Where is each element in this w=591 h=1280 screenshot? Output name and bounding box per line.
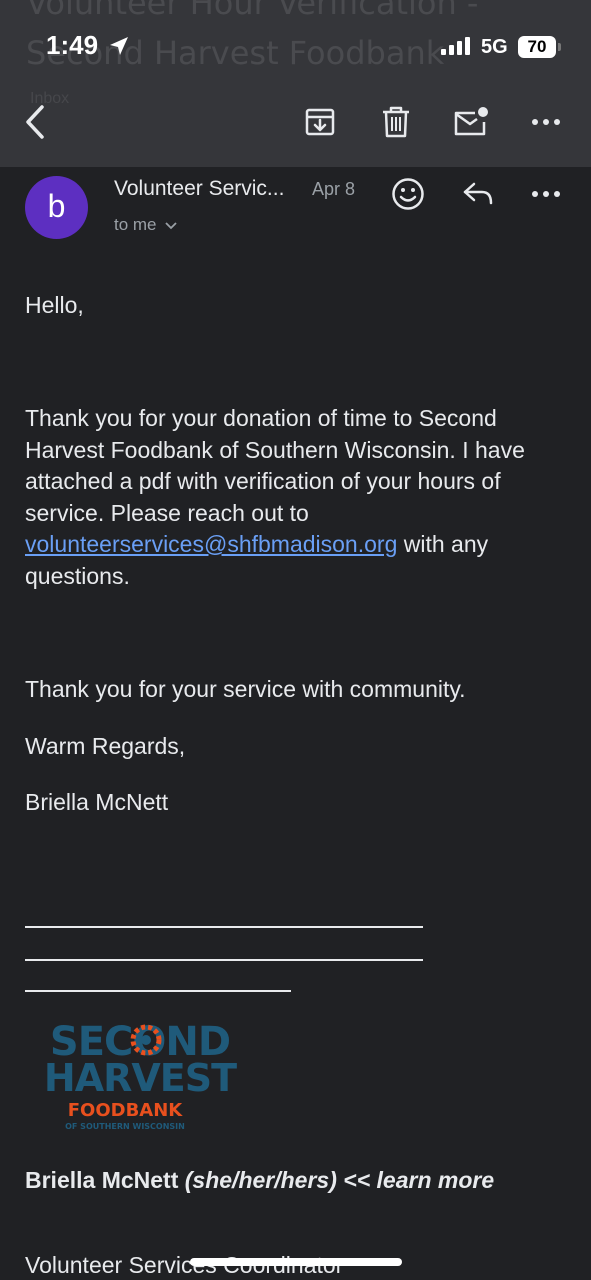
signature-name-line: Briella McNett (she/her/hers) << learn m… [25,1164,545,1196]
body-paragraph: Thank you for your donation of time to S… [25,403,560,592]
reply-icon [463,182,493,205]
second-harvest-logo: SECOND HARVEST FOODBANK OF SOUTHERN WISC… [44,1019,238,1131]
battery-icon: 70 [518,36,556,58]
back-icon [26,105,44,139]
divider-line [25,926,423,928]
closing-line: Warm Regards, [25,733,186,759]
mark-unread-icon [454,107,488,136]
more-options-button[interactable] [526,102,566,142]
battery-tip [558,43,561,51]
add-reaction-button[interactable] [388,174,428,214]
message-date: Apr 8 [312,179,356,199]
email-link[interactable]: volunteerservices@shfbmadison.org [25,531,397,557]
message-header: b Volunteer Servic... Apr 8 to me [0,170,591,250]
body-text-part1: Thank you for your donation of time to S… [25,405,525,526]
sender-avatar[interactable]: b [25,176,88,239]
network-type: 5G [481,36,508,58]
back-button[interactable] [15,102,55,142]
signature-name: Briella McNett [25,1167,179,1193]
logo-text-foodbank: FOODBANK [68,1100,184,1121]
mark-unread-button[interactable] [451,102,491,142]
recipient-details[interactable]: to me [114,215,177,235]
top-app-bar: Volunteer Hour Verification - Second Har… [0,0,591,167]
emoji-icon [392,178,424,210]
more-icon [532,191,560,197]
delete-button[interactable] [376,102,416,142]
signature-pronouns[interactable]: (she/her/hers) << learn more [185,1167,494,1193]
greeting: Hello, [25,292,84,318]
more-icon [532,119,560,125]
archive-icon [305,108,335,136]
signal-icon [441,37,470,55]
location-arrow-icon [110,37,128,55]
reply-button[interactable] [458,174,498,214]
logo-text-harvest: HARVEST [44,1056,237,1100]
thanks-line: Thank you for your service with communit… [25,676,466,702]
divider-line [25,990,291,992]
recipient-label: to me [114,215,157,234]
logo-text-region: OF SOUTHERN WISCONSIN [65,1122,185,1131]
archive-button[interactable] [300,102,340,142]
signoff-name: Briella McNett [25,789,169,815]
sender-name[interactable]: Volunteer Servic... [114,177,284,201]
status-time: 1:49 [46,30,99,60]
trash-icon [383,106,409,138]
message-more-button[interactable] [526,174,566,214]
divider-line [25,959,423,961]
home-indicator[interactable] [190,1258,402,1266]
chevron-down-icon [165,222,177,230]
